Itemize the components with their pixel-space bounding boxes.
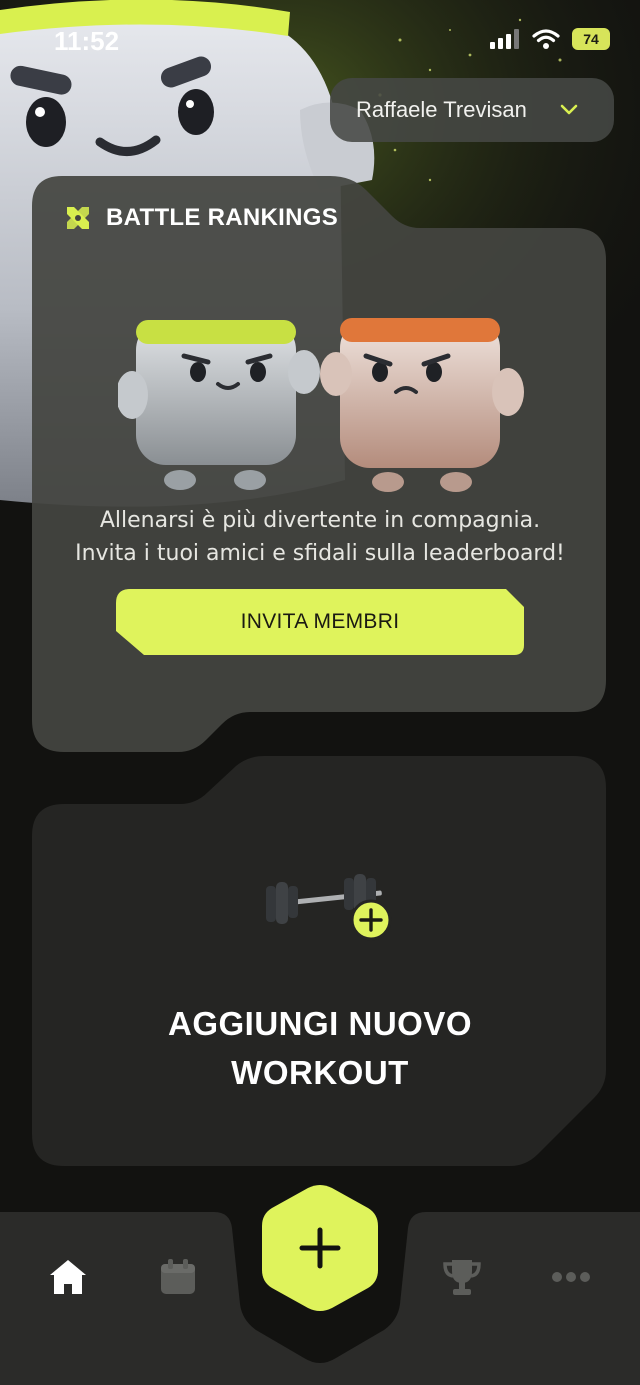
- crossed-swords-icon: [67, 207, 89, 229]
- battle-rankings-title: BATTLE RANKINGS: [106, 204, 339, 231]
- add-workout-title-line1: AGGIUNGI NUOVO: [167, 1005, 473, 1042]
- nav-home[interactable]: [44, 1254, 92, 1300]
- home-icon: [50, 1260, 86, 1294]
- add-workout-title-line2: WORKOUT: [231, 1054, 409, 1091]
- battle-description-line1: Allenarsi è più divertente in compagnia.: [99, 508, 541, 533]
- nav-rankings[interactable]: [438, 1254, 486, 1300]
- battle-description-line2: Invita i tuoi amici e sfidali sulla lead…: [75, 541, 565, 566]
- add-workout-card[interactable]: [0, 750, 640, 1180]
- nav-calendar[interactable]: [154, 1254, 202, 1300]
- barbell-add-icon: [266, 874, 392, 941]
- calendar-icon: [161, 1259, 195, 1294]
- invite-members-button[interactable]: INVITA MEMBRI: [116, 589, 524, 655]
- nav-more[interactable]: [546, 1254, 596, 1300]
- trophy-icon: [443, 1260, 481, 1295]
- battle-mascots-illustration: [118, 318, 524, 492]
- more-icon: [552, 1272, 590, 1282]
- plus-hexagon-icon: [262, 1185, 378, 1311]
- nav-add-button[interactable]: [262, 1184, 378, 1312]
